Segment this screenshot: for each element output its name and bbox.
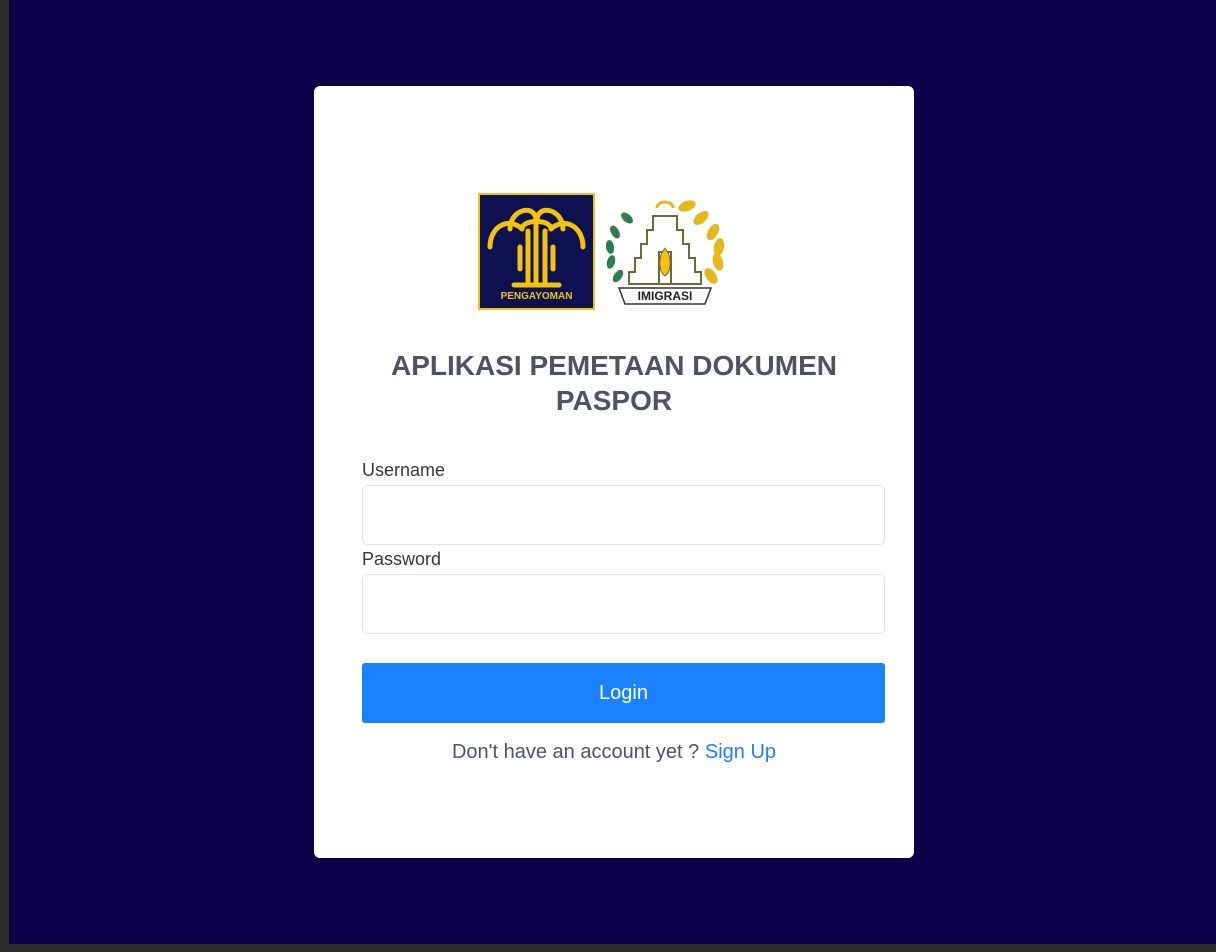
login-button[interactable]: Login (362, 663, 885, 723)
signup-prompt: Don't have an account yet ? Sign Up (314, 741, 914, 764)
username-input[interactable] (362, 485, 885, 545)
svg-text:IMIGRASI: IMIGRASI (638, 289, 693, 303)
svg-text:PENGAYOMAN: PENGAYOMAN (501, 291, 573, 302)
pengayoman-logo: PENGAYOMAN (478, 192, 595, 310)
logo-group: PENGAYOMAN IMIGRASI (478, 192, 730, 310)
login-card: PENGAYOMAN IMIGRASI APLIKASI PEMETAAN DO… (314, 86, 914, 858)
password-label: Password (362, 549, 442, 569)
signup-prompt-text: Don't have an account yet ? (451, 741, 700, 763)
taskbar-strip (0, 944, 1216, 952)
page-background: PENGAYOMAN IMIGRASI APLIKASI PEMETAAN DO… (9, 0, 1216, 944)
username-label: Username (362, 460, 446, 480)
app-title: APLIKASI PEMETAAN DOKUMEN PASPOR (391, 350, 837, 416)
signup-link[interactable]: Sign Up (705, 741, 776, 763)
password-input[interactable] (362, 574, 885, 634)
imigrasi-emblem-icon: IMIGRASI (605, 200, 725, 305)
pengayoman-tree-icon: PENGAYOMAN (487, 207, 586, 302)
imigrasi-logo: IMIGRASI (601, 192, 729, 310)
